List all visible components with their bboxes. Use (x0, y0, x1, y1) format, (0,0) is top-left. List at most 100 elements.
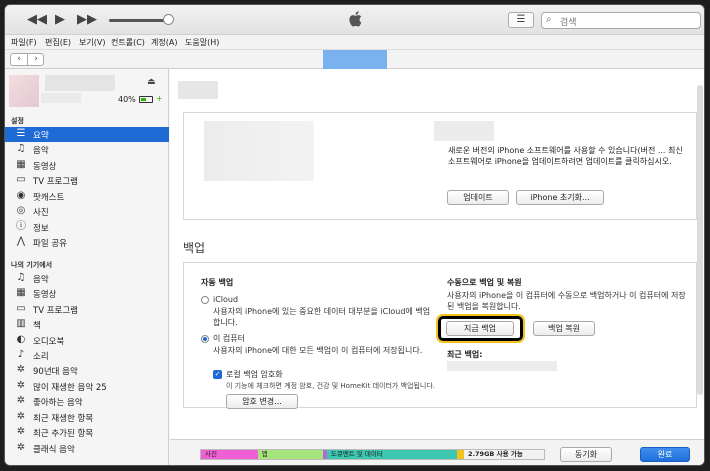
sidebar-item-music[interactable]: ♫ 음악 (5, 142, 169, 157)
main-scrollbar[interactable] (697, 85, 703, 395)
device-item-classical[interactable]: ✲ 클래식 음악 (5, 441, 169, 456)
settings-section-label: 설정 (11, 117, 24, 125)
device-item-books[interactable]: ▥ 책 (5, 317, 169, 332)
storage-segment-documents: 도큐멘트 및 데이터 (326, 450, 458, 459)
film-icon: ▦ (16, 287, 26, 298)
encrypt-checkbox[interactable]: ✓ (213, 370, 222, 379)
device-item-favorites[interactable]: ✲ 좋아하는 음악 (5, 394, 169, 409)
this-computer-description: 사용자의 iPhone에 대한 모든 백업이 이 컴퓨터에 저장됩니다. (213, 346, 423, 355)
icloud-description: 사용자의 iPhone에 있는 중요한 데이터 대부분을 iCloud에 백업합… (213, 307, 431, 327)
sidebar-item-summary[interactable]: ☰ 요약 (5, 127, 169, 142)
menu-help[interactable]: 도움말(H) (185, 37, 219, 48)
restore-backup-button[interactable]: 백업 복원 (533, 321, 595, 336)
storage-segment-free: 2.79GB 사용 가능 (464, 450, 544, 459)
update-button[interactable]: 업데이트 (447, 190, 509, 205)
device-tab[interactable] (323, 50, 387, 69)
software-panel: 새로운 버전의 iPhone 소프트웨어를 사용할 수 있습니다(버전 ... … (183, 112, 697, 220)
auto-backup-heading: 자동 백업 (201, 278, 234, 287)
bell-icon: ♪ (17, 349, 25, 360)
done-button[interactable]: 완료 (640, 447, 690, 462)
sidebar-item-podcasts[interactable]: ◉ 팟캐스트 (5, 189, 169, 204)
camera-icon: ◎ (16, 205, 26, 216)
device-item-music[interactable]: ♫ 음악 (5, 271, 169, 286)
device-info-redacted (204, 121, 314, 181)
menu-file[interactable]: 파일(F) (11, 37, 37, 48)
icloud-label[interactable]: iCloud (213, 294, 238, 305)
back-button[interactable]: ‹ (11, 54, 27, 65)
volume-slider-knob[interactable] (163, 14, 174, 25)
bottom-bar: 사진 앱 도큐멘트 및 데이터 2.79GB 사용 가능 동기화 완료 (170, 439, 704, 465)
sidebar-item-movies[interactable]: ▦ 동영상 (5, 158, 169, 173)
manual-backup-description: 사용자의 iPhone을 이 컴퓨터에 수동으로 백업하거나 이 컴퓨터에 저장… (447, 291, 686, 311)
sidebar-item-info[interactable]: ⓘ 정보 (5, 220, 169, 235)
volume-slider[interactable] (109, 19, 169, 22)
search-placeholder: 검색 (560, 18, 577, 28)
manual-backup-heading: 수동으로 백업 및 복원 (447, 278, 522, 287)
device-item-top-25[interactable]: ✲ 많이 재생한 음악 25 (5, 379, 169, 394)
backup-section-title: 백업 (183, 241, 206, 255)
summary-icon: ☰ (16, 128, 26, 139)
backup-panel: 자동 백업 iCloud 사용자의 iPhone에 있는 중요한 데이터 대부분… (183, 262, 697, 409)
smart-playlist-icon: ✲ (16, 395, 26, 406)
audiobook-icon: ◐ (16, 334, 26, 345)
previous-track-icon[interactable]: ◀◀ (27, 12, 47, 28)
summary-pane: 새로운 버전의 iPhone 소프트웨어를 사용할 수 있습니다(버전 ... … (170, 69, 704, 465)
smart-playlist-icon: ✲ (16, 364, 26, 375)
forward-button[interactable]: › (28, 54, 44, 65)
device-item-tv-shows[interactable]: ▭ TV 프로그램 (5, 302, 169, 317)
itunes-window: ◀◀ ▶ ▶▶ ☰ ⌕ 검색 파일(F) 편집(E) 보기(V) 컨트롤(C) … (4, 4, 705, 466)
device-item-90s-music[interactable]: ✲ 90년대 음악 (5, 363, 169, 378)
storage-segment-apps: 앱 (257, 450, 323, 459)
eject-icon[interactable]: ⏏ (147, 77, 156, 87)
device-capacity-redacted (41, 93, 81, 103)
device-item-recently-played[interactable]: ✲ 최근 재생한 항목 (5, 410, 169, 425)
latest-backup-value-redacted (447, 361, 557, 371)
device-item-recently-added[interactable]: ✲ 최근 추가된 항목 (5, 425, 169, 440)
sidebar-item-photos[interactable]: ◎ 사진 (5, 204, 169, 219)
storage-segment-photos: 사진 (201, 450, 258, 459)
next-track-icon[interactable]: ▶▶ (77, 12, 97, 28)
on-my-device-section-label: 나의 기기에서 (11, 261, 53, 269)
smart-playlist-icon: ✲ (16, 411, 26, 422)
smart-playlist-icon: ✲ (16, 426, 26, 437)
menu-view[interactable]: 보기(V) (79, 37, 105, 48)
search-input[interactable]: ⌕ 검색 (541, 12, 701, 29)
apps-icon: ⋀ (16, 236, 26, 247)
nav-buttons: ‹ › (10, 53, 44, 66)
music-note-icon: ♫ (16, 143, 26, 154)
menu-account[interactable]: 계정(A) (151, 37, 177, 48)
apple-logo-icon (349, 11, 362, 27)
device-item-audiobooks[interactable]: ◐ 오디오북 (5, 333, 169, 348)
menu-bar: 파일(F) 편집(E) 보기(V) 컨트롤(C) 계정(A) 도움말(H) (5, 35, 704, 50)
device-item-movies[interactable]: ▦ 동영상 (5, 286, 169, 301)
menu-controls[interactable]: 컨트롤(C) (111, 37, 145, 48)
sidebar-item-file-sharing[interactable]: ⋀ 파일 공유 (5, 235, 169, 250)
film-icon: ▦ (16, 159, 26, 170)
device-name-redacted (45, 75, 115, 91)
device-item-tones[interactable]: ♪ 소리 (5, 348, 169, 363)
change-password-button[interactable]: 암호 변경... (226, 394, 298, 409)
search-icon: ⌕ (546, 14, 552, 25)
icloud-radio[interactable] (201, 296, 209, 304)
play-icon[interactable]: ▶ (55, 12, 65, 28)
list-view-button[interactable]: ☰ (508, 12, 534, 28)
sidebar-item-tv-shows[interactable]: ▭ TV 프로그램 (5, 173, 169, 188)
smart-playlist-icon: ✲ (16, 442, 26, 453)
this-computer-radio[interactable] (201, 335, 209, 343)
sync-button[interactable]: 동기화 (560, 447, 612, 462)
smart-playlist-icon: ✲ (16, 380, 26, 391)
storage-capacity-bar: 사진 앱 도큐멘트 및 데이터 2.79GB 사용 가능 (200, 449, 545, 460)
backup-now-button[interactable]: 지금 백업 (446, 321, 514, 336)
device-thumbnail (9, 75, 39, 107)
battery-percent: 40% (118, 95, 136, 104)
storage-segment-system (457, 450, 465, 459)
book-icon: ▥ (16, 318, 26, 329)
tv-icon: ▭ (16, 303, 26, 314)
encrypt-label[interactable]: 로컬 백업 암호화 (226, 369, 283, 380)
restore-iphone-button[interactable]: iPhone 초기화... (516, 190, 604, 205)
encrypt-description: 이 기능에 체크하면 계정 암호, 건강 및 HomeKit 데이터가 백업됩니… (226, 382, 435, 390)
this-computer-label[interactable]: 이 컴퓨터 (213, 333, 245, 344)
charging-icon: + (156, 94, 163, 103)
menu-edit[interactable]: 편집(E) (45, 37, 71, 48)
tv-icon: ▭ (16, 174, 26, 185)
